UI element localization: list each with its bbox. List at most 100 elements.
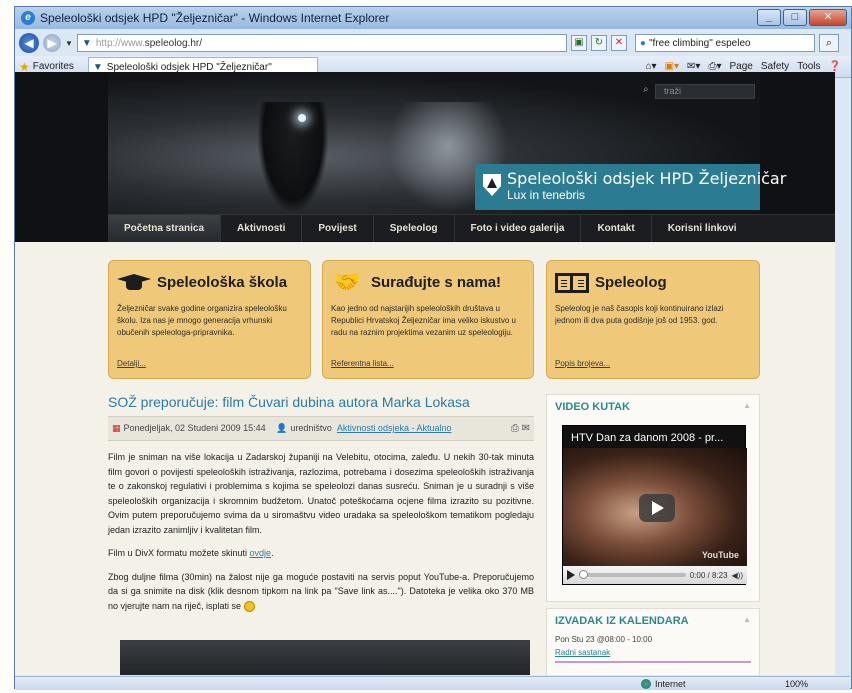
calendar-entry: Pon Stu 23 @08:00 - 10:00 Radni sastanak — [547, 633, 759, 659]
title-bar: e Speleološki odsjek HPD "Željezničar" -… — [15, 7, 851, 29]
play-button-icon[interactable] — [639, 494, 675, 522]
nav-home[interactable]: Početna stranica — [108, 214, 222, 242]
status-bar: Internet 100% — [15, 676, 850, 690]
user-icon: 👤 — [276, 423, 288, 433]
club-logo-icon — [483, 174, 501, 196]
close-button[interactable]: ✕ — [809, 9, 847, 26]
youtube-logo: YouTube — [701, 550, 739, 560]
help-icon[interactable]: ❓ — [829, 61, 841, 72]
site-search-icon: ⌕ — [643, 84, 649, 95]
article-date: Ponedjeljak, 02 Studeni 2009 15:44 — [123, 423, 266, 433]
site-title: Speleološki odsjek HPD Željezničar — [507, 169, 787, 188]
page-viewport: ⌕ traži Speleološki odsjek HPD Željeznič… — [15, 72, 835, 675]
main-nav: Početna stranica Aktivnosti Povijest Spe… — [108, 214, 835, 242]
zone-label: Internet — [655, 678, 686, 689]
download-suffix: . — [271, 548, 274, 558]
search-button[interactable]: ⌕ — [818, 34, 839, 52]
site-title-box: Speleološki odsjek HPD Željezničar Lux i… — [475, 164, 787, 210]
search-provider-icon: ● — [639, 37, 646, 49]
refresh-icon[interactable]: ↻ — [590, 35, 607, 51]
headlamp-glow — [298, 114, 306, 122]
feature-box-cooperate: 🤝 Surađujte s nama! Kao jedno od najstari… — [322, 260, 534, 379]
url-prefix: http://www. — [95, 37, 145, 49]
history-dropdown-icon[interactable]: ▼ — [65, 39, 73, 48]
player-controls: 0:00 / 8:23 ◀)) — [563, 566, 747, 584]
command-bar: ⌂▾ ▣▾ ✉▾ ⎙▾ Page Safety Tools ❓ — [646, 61, 848, 72]
smiley-icon — [243, 600, 255, 612]
article-paragraph: Film je sniman na više lokacija u Zadars… — [108, 452, 534, 535]
calendar-module: IZVADAK IZ KALENDARA ▲ Pon Stu 23 @08:00 … — [546, 608, 760, 675]
zoom-level[interactable]: 100% — [785, 679, 808, 689]
nav-speleolog[interactable]: Speleolog — [374, 214, 455, 242]
calendar-icon: ▦ — [112, 423, 121, 433]
internet-globe-icon — [641, 678, 651, 689]
window-title: Speleološki odsjek HPD "Željezničar" - W… — [40, 11, 390, 25]
volume-icon[interactable]: ◀)) — [732, 571, 743, 580]
nav-history[interactable]: Povijest — [302, 214, 374, 242]
note-paragraph: Zbog duljne filma (30min) na žalost nije… — [108, 570, 534, 614]
calendar-date: Pon Stu 23 @08:00 - 10:00 — [555, 635, 653, 644]
details-link[interactable]: Detalji... — [117, 359, 146, 368]
article-author: uredništvo — [290, 423, 332, 433]
print-icon[interactable]: ⎙▾ — [708, 61, 721, 72]
download-link[interactable]: ovdje — [250, 548, 272, 558]
mail-icon[interactable]: ✉▾ — [687, 61, 700, 72]
nav-gallery[interactable]: Foto i video galerija — [455, 214, 582, 242]
nav-contact[interactable]: Kontakt — [581, 214, 652, 242]
site-search-input[interactable]: traži — [655, 84, 755, 99]
maximize-button[interactable]: □ — [783, 9, 807, 26]
print-article-icon[interactable]: ⎙ — [511, 423, 519, 434]
email-article-icon[interactable]: ✉ — [522, 423, 530, 434]
download-paragraph: Film u DivX formatu možete skinuti ovdje… — [108, 546, 534, 561]
youtube-player[interactable]: HTV Dan za danom 2008 - pr... YouTube 0:… — [562, 425, 747, 585]
feature-box-text: Kao jedno od najstarijih speleoloških dr… — [331, 304, 516, 337]
stop-icon[interactable]: ✕ — [610, 35, 627, 51]
collapse-icon[interactable]: ▲ — [743, 615, 751, 627]
home-icon[interactable]: ⌂▾ — [646, 61, 657, 72]
feeds-icon[interactable]: ▣▾ — [665, 61, 679, 72]
feature-box-text: Željezničar svake godine organizira spel… — [117, 304, 287, 337]
reference-list-link[interactable]: Referentna lista... — [331, 359, 394, 368]
url-domain: speleolog.hr/ — [144, 37, 202, 49]
download-text: Film u DivX formatu možete skinuti — [108, 548, 250, 558]
feature-boxes: Speleološka škola Željezničar svake godi… — [108, 260, 760, 380]
tab-title: Speleološki odsjek HPD "Željezničar" — [106, 61, 272, 73]
minimize-button[interactable]: _ — [757, 9, 781, 26]
site-favicon-icon: ▼ — [81, 37, 92, 49]
article: SOŽ preporučuje: film Čuvari dubina auto… — [108, 394, 534, 613]
issues-list-link[interactable]: Popis brojeva... — [555, 359, 610, 368]
article-video-preview[interactable] — [120, 640, 530, 675]
url-field[interactable]: ▼ http://www. speleolog.hr/ — [76, 34, 567, 52]
search-query: "free climbing" espeleo — [648, 37, 751, 49]
seek-bar[interactable] — [579, 570, 686, 579]
video-time: 0:00 / 8:23 — [689, 570, 728, 580]
forward-button[interactable]: ▶ — [43, 34, 61, 52]
compatibility-view-icon[interactable]: ▣ — [570, 35, 587, 51]
feature-box-title: Speleolog — [595, 273, 667, 291]
play-icon[interactable] — [567, 570, 575, 580]
feature-box-title: Speleološka škola — [157, 273, 288, 291]
note-text: Zbog duljne filma (30min) na žalost nije… — [108, 571, 534, 611]
article-title[interactable]: SOŽ preporučuje: film Čuvari dubina auto… — [108, 394, 534, 410]
safety-menu[interactable]: Safety — [761, 61, 789, 72]
article-category-link[interactable]: Aktivnosti odsjeka - Aktualno — [337, 423, 452, 433]
handshake-icon: 🤝 — [333, 269, 361, 294]
calendar-divider — [555, 661, 751, 663]
video-corner-heading: VIDEO KUTAK — [555, 401, 630, 413]
back-button[interactable]: ◀ — [19, 33, 39, 53]
favorites-button[interactable]: Favorites — [33, 61, 74, 72]
seek-knob[interactable] — [579, 570, 588, 579]
tools-menu[interactable]: Tools — [797, 61, 820, 72]
collapse-icon[interactable]: ▲ — [743, 401, 751, 413]
ie-logo-icon: e — [21, 11, 35, 25]
page-menu[interactable]: Page — [729, 61, 752, 72]
feature-box-speleolog: Speleolog Speleolog je naš časopis koji … — [546, 260, 760, 379]
calendar-event-link[interactable]: Radni sastanak — [555, 648, 610, 657]
nav-links[interactable]: Korisni linkovi — [652, 215, 753, 242]
search-input[interactable]: ● "free climbing" espeleo — [634, 34, 815, 52]
security-zone: Internet — [641, 678, 686, 689]
feature-box-school: Speleološka škola Željezničar svake godi… — [108, 260, 311, 379]
graduation-cap-icon — [117, 271, 151, 293]
video-title[interactable]: HTV Dan za danom 2008 - pr... — [571, 432, 723, 444]
nav-activities[interactable]: Aktivnosti — [221, 214, 303, 242]
